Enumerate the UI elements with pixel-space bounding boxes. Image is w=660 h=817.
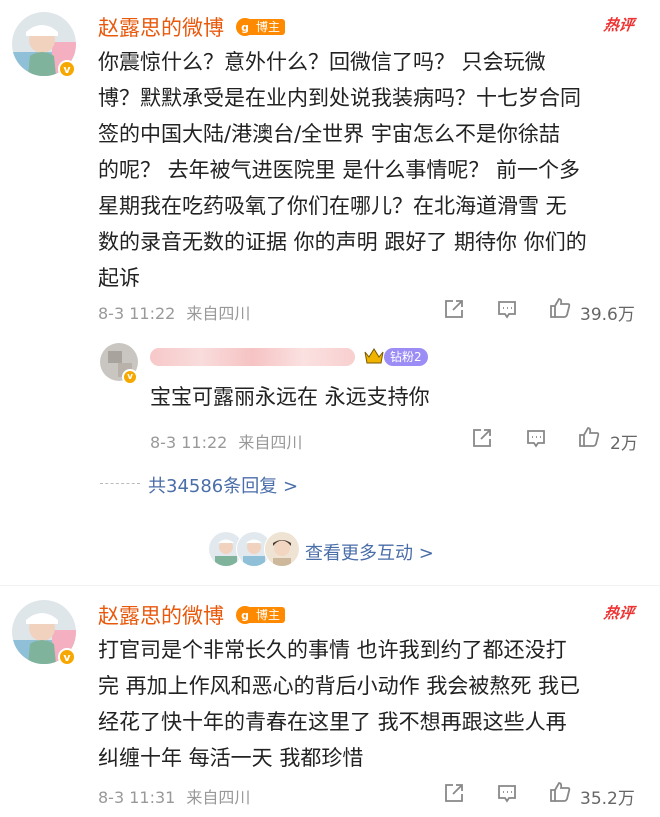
comment-line: 博？默默承受是在业内到处说我装病吗？十七岁合同 bbox=[98, 86, 581, 110]
interaction-avatars bbox=[208, 531, 300, 567]
username[interactable]: 赵露思的微博 bbox=[98, 12, 224, 42]
view-more-interactions-link[interactable]: 查看更多互动 > bbox=[305, 539, 434, 565]
comment-line: 你震惊什么？意外什么？回微信了吗？ 只会玩微 bbox=[98, 50, 546, 74]
timestamp: 8-3 11:31 bbox=[98, 788, 176, 807]
blogger-badge-label: 博主 bbox=[248, 19, 286, 35]
comment-text: 你震惊什么？意外什么？回微信了吗？ 只会玩微 博？默默承受是在业内到处说我装病吗… bbox=[98, 44, 650, 296]
like-icon[interactable] bbox=[548, 780, 572, 804]
blogger-badge-label: 博主 bbox=[248, 607, 286, 623]
avatar bbox=[264, 531, 300, 567]
reply-username-blurred[interactable] bbox=[150, 348, 355, 366]
comment-icon[interactable] bbox=[496, 782, 518, 804]
comment-text: 打官司是个非常长久的事情 也许我到约了都还没打 完 再加上作风和恶心的背后小动作… bbox=[98, 632, 650, 776]
replies-divider bbox=[100, 483, 140, 484]
comment-icon[interactable] bbox=[496, 298, 518, 320]
comment-line: 数的录音无数的证据 你的声明 跟好了 期待你 你们的 bbox=[98, 230, 587, 254]
verified-badge-icon: v bbox=[58, 648, 76, 666]
post-divider bbox=[0, 585, 660, 586]
comment-line: 的呢？ 去年被气进医院里 是什么事情呢？ 前一个多 bbox=[98, 158, 581, 182]
comment-line: 起诉 bbox=[98, 266, 140, 290]
like-count: 39.6万 bbox=[580, 305, 635, 325]
share-icon[interactable] bbox=[443, 782, 465, 804]
timestamp: 8-3 11:22 bbox=[150, 433, 228, 452]
comment-line: 签的中国大陆/港澳台/全世界 宇宙怎么不是你徐喆 bbox=[98, 122, 560, 146]
crown-icon bbox=[362, 344, 386, 368]
comment-icon[interactable] bbox=[525, 427, 547, 449]
verified-badge-icon: v bbox=[122, 369, 138, 385]
hot-comment-label: 热评 bbox=[602, 604, 636, 622]
share-icon[interactable] bbox=[443, 298, 465, 320]
reply-meta: 8-3 11:22 来自四川 bbox=[150, 429, 302, 453]
location: 来自四川 bbox=[186, 788, 251, 807]
like-icon[interactable] bbox=[548, 296, 572, 320]
fan-badge: 钻粉2 bbox=[384, 348, 428, 366]
comment-line: 纠缠十年 每活一天 我都珍惜 bbox=[98, 746, 364, 770]
blogger-badge: g 博主 bbox=[236, 17, 286, 37]
comment-line: 完 再加上作风和恶心的背后小动作 我会被熬死 我已 bbox=[98, 674, 581, 698]
comment-meta: 8-3 11:31 来自四川 bbox=[98, 784, 250, 808]
view-replies-link[interactable]: 共34586条回复 > bbox=[148, 472, 298, 498]
share-icon[interactable] bbox=[471, 427, 493, 449]
timestamp: 8-3 11:22 bbox=[98, 304, 176, 323]
comment-line: 打官司是个非常长久的事情 也许我到约了都还没打 bbox=[98, 638, 567, 662]
blogger-badge: g 博主 bbox=[236, 605, 286, 625]
like-count: 35.2万 bbox=[580, 789, 635, 809]
location: 来自四川 bbox=[238, 433, 303, 452]
location: 来自四川 bbox=[186, 304, 251, 323]
hot-comment-label: 热评 bbox=[602, 16, 636, 34]
verified-badge-icon: v bbox=[58, 60, 76, 78]
username[interactable]: 赵露思的微博 bbox=[98, 600, 224, 630]
like-count: 2万 bbox=[610, 434, 638, 454]
comment-line: 星期我在吃药吸氧了你们在哪儿？在北海道滑雪 无 bbox=[98, 194, 567, 218]
comment-line: 经花了快十年的青春在这里了 我不想再跟这些人再 bbox=[98, 710, 567, 734]
reply-text: 宝宝可露丽永远在 永远支持你 bbox=[150, 385, 430, 409]
like-icon[interactable] bbox=[577, 425, 601, 449]
comment-meta: 8-3 11:22 来自四川 bbox=[98, 300, 250, 324]
